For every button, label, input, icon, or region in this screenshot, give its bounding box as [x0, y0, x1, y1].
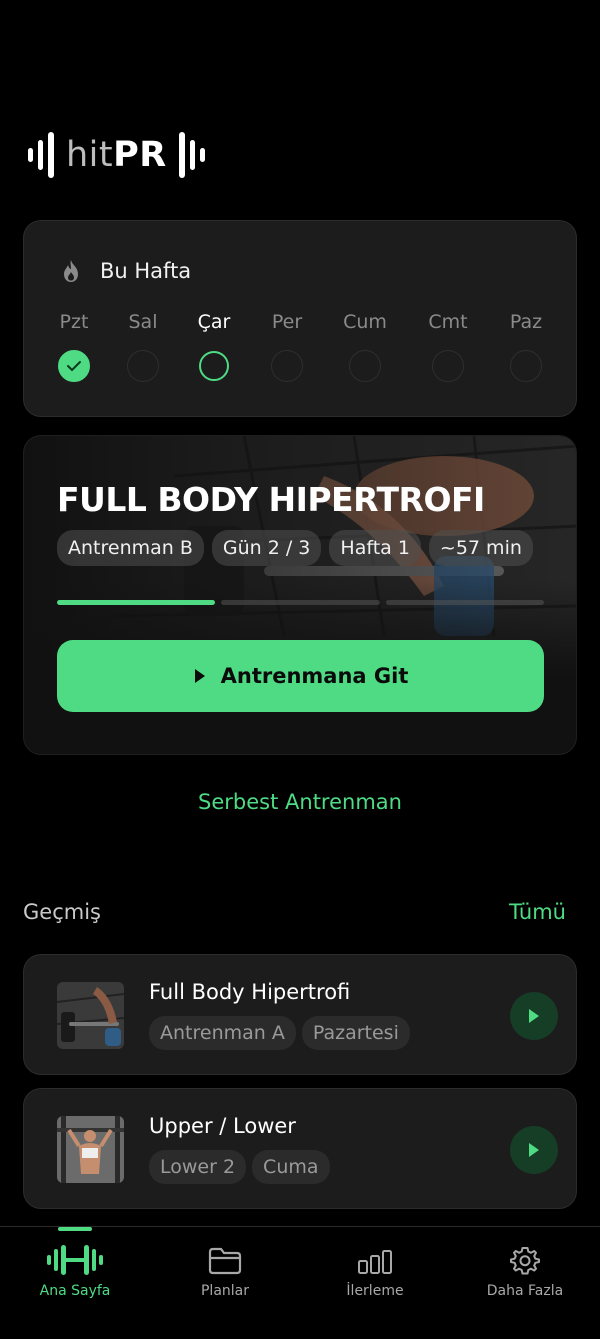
day-tuesday: Sal — [108, 311, 178, 382]
history-chip-day: Cuma — [252, 1150, 330, 1184]
tab-label: Ana Sayfa — [39, 1283, 111, 1299]
day-status-empty — [271, 350, 303, 382]
day-label: Cmt — [428, 311, 468, 333]
current-workout-card: FULL BODY HIPERTROFI Antrenman B Gün 2 /… — [23, 435, 577, 755]
history-thumbnail — [57, 1116, 124, 1183]
logo-pr: PR — [113, 134, 167, 175]
history-thumbnail — [57, 982, 124, 1049]
play-icon — [529, 1009, 539, 1023]
day-status-empty — [510, 350, 542, 382]
weekly-streak-card: Bu Hafta Pzt Sal Çar Per Cum Cmt Paz — [23, 220, 577, 417]
workout-thumbnail-image — [57, 1116, 124, 1183]
day-status-done — [58, 350, 90, 382]
logo-bars-right-icon — [178, 132, 205, 178]
dumbbell-icon — [47, 1245, 103, 1275]
history-item[interactable]: Full Body Hipertrofi Antrenman A Pazarte… — [23, 954, 577, 1075]
checkmark-icon — [67, 361, 81, 371]
day-label: Sal — [128, 311, 158, 333]
tab-progress[interactable]: İlerleme — [300, 1237, 450, 1299]
workout-title: FULL BODY HIPERTROFI — [57, 480, 485, 519]
logo-bars-left-icon — [28, 132, 54, 178]
day-status-current — [199, 351, 229, 381]
day-label: Paz — [509, 311, 543, 333]
tab-label: Planlar — [200, 1283, 249, 1299]
progress-segment-done — [57, 600, 216, 605]
day-status-empty — [349, 350, 381, 382]
workout-progress-bar — [57, 600, 544, 605]
bar-chart-icon — [358, 1250, 392, 1274]
progress-segment — [385, 600, 544, 605]
history-see-all-link[interactable]: Tümü — [509, 900, 566, 924]
history-title: Geçmiş — [23, 900, 101, 924]
history-chip-day: Pazartesi — [301, 1016, 410, 1050]
day-label: Per — [271, 311, 303, 333]
free-workout-link[interactable]: Serbest Antrenman — [0, 790, 600, 814]
day-monday: Pzt — [39, 311, 109, 382]
history-item-chips: Antrenman A Pazartesi — [149, 1016, 410, 1050]
tab-label: Daha Fazla — [486, 1283, 564, 1299]
workout-meta-chips: Antrenman B Gün 2 / 3 Hafta 1 ~57 min — [57, 530, 533, 566]
weekly-header: Bu Hafta — [60, 259, 191, 283]
day-status-empty — [127, 350, 159, 382]
go-to-workout-button[interactable]: Antrenmana Git — [57, 640, 544, 712]
folder-icon — [208, 1247, 242, 1275]
active-tab-indicator — [58, 1227, 92, 1231]
tab-home[interactable]: Ana Sayfa — [0, 1237, 150, 1299]
day-friday: Cum — [330, 311, 400, 382]
day-label: Cum — [343, 311, 387, 333]
tab-label: İlerleme — [346, 1283, 404, 1299]
tab-plans[interactable]: Planlar — [150, 1237, 300, 1299]
workout-chip-session: Antrenman B — [57, 530, 204, 566]
workout-chip-duration: ~57 min — [428, 530, 533, 566]
workout-chip-week: Hafta 1 — [329, 530, 421, 566]
app-logo: hitPR — [26, 128, 207, 182]
history-item-chips: Lower 2 Cuma — [149, 1150, 330, 1184]
day-status-empty — [432, 350, 464, 382]
go-to-workout-label: Antrenmana Git — [220, 664, 409, 688]
logo-wordmark: hitPR — [66, 134, 167, 175]
day-thursday: Per — [252, 311, 322, 382]
history-item-name: Upper / Lower — [149, 1114, 296, 1138]
workout-chip-day: Gün 2 / 3 — [211, 530, 322, 566]
day-sunday: Paz — [491, 311, 561, 382]
day-saturday: Cmt — [413, 311, 483, 382]
progress-segment — [221, 600, 380, 605]
workout-thumbnail-image — [57, 982, 124, 1049]
flame-icon — [64, 260, 78, 282]
history-item-name: Full Body Hipertrofi — [149, 980, 351, 1004]
day-wednesday: Çar — [179, 311, 249, 381]
play-icon — [529, 1143, 539, 1157]
play-icon — [194, 669, 205, 683]
history-play-button[interactable] — [510, 1126, 558, 1174]
logo-hit: hit — [66, 134, 114, 175]
gear-icon — [510, 1247, 540, 1275]
history-play-button[interactable] — [510, 992, 558, 1040]
history-chip-session: Lower 2 — [149, 1150, 247, 1184]
history-chip-session: Antrenman A — [149, 1016, 296, 1050]
day-label: Pzt — [59, 311, 89, 333]
weekly-title: Bu Hafta — [100, 259, 192, 283]
day-label: Çar — [197, 311, 231, 333]
bottom-tab-bar: Ana Sayfa Planlar İlerleme Daha Fazla — [0, 1226, 600, 1339]
history-item[interactable]: Upper / Lower Lower 2 Cuma — [23, 1088, 577, 1209]
tab-more[interactable]: Daha Fazla — [450, 1237, 600, 1299]
